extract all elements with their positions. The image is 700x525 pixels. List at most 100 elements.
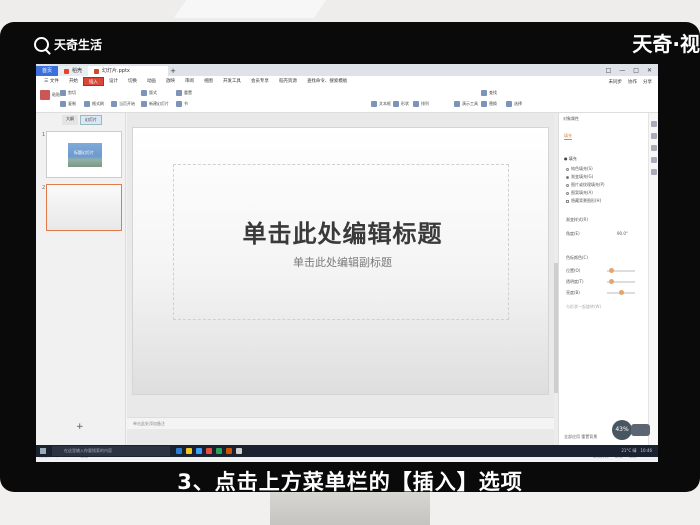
restore-icon[interactable]: □: [606, 66, 612, 76]
layout-button[interactable]: 版式: [141, 89, 157, 97]
paste-button[interactable]: 粘贴: [40, 90, 60, 100]
cut-button[interactable]: 剪切: [60, 89, 76, 97]
presentation-tools-button[interactable]: 演示工具: [454, 100, 478, 108]
menu-docer[interactable]: 稻壳资源: [274, 77, 302, 86]
menu-start[interactable]: 开始: [63, 77, 83, 86]
brightness-slider[interactable]: [607, 290, 635, 295]
rotate-with-shape-checkbox[interactable]: 与形状一起旋转(W): [566, 304, 601, 310]
app-icon[interactable]: [226, 448, 232, 454]
format-icon[interactable]: [651, 133, 657, 139]
share-button[interactable]: 分享: [643, 79, 652, 85]
textbox-button[interactable]: 文本框: [371, 100, 391, 108]
fill-section[interactable]: ● 填充: [564, 156, 577, 162]
paper-background: [0, 0, 700, 22]
transparency-slider[interactable]: [607, 279, 635, 284]
backup-icon[interactable]: [651, 157, 657, 163]
menu-design[interactable]: 设计: [104, 77, 123, 86]
reset-background-button[interactable]: 重置背景: [581, 434, 597, 439]
position-slider[interactable]: [607, 268, 635, 273]
tab-fill[interactable]: 填充: [564, 133, 572, 140]
menu-transition[interactable]: 切换: [123, 77, 142, 86]
menu-member[interactable]: 会员专享: [246, 77, 274, 86]
taskbar-search[interactable]: 在这里输入你要搜索的内容: [52, 446, 170, 456]
angle-value[interactable]: 90.0°: [617, 231, 628, 236]
slide-thumbnail-2[interactable]: [46, 184, 122, 231]
task-view-icon[interactable]: [176, 448, 182, 454]
picture-fill-radio[interactable]: 图片或纹理填充(P): [566, 182, 605, 188]
hide-background-checkbox[interactable]: 隐藏背景图形(H): [566, 198, 601, 204]
slide-subtitle[interactable]: 单击此处编辑副标题: [134, 254, 551, 270]
slide-thumbnail-panel: 大纲 幻灯片 1 标题幻灯片 2 +: [36, 113, 126, 451]
menu-insert[interactable]: 插入: [82, 77, 104, 86]
position-label: 位置(O): [566, 268, 581, 273]
pattern-fill-radio[interactable]: 图案填充(A): [566, 190, 593, 196]
edge-icon[interactable]: [196, 448, 202, 454]
new-tab-button[interactable]: +: [168, 66, 178, 76]
wps-icon[interactable]: [206, 448, 212, 454]
layout-icon: [141, 90, 147, 96]
tab-document[interactable]: 幻灯片.pptx: [88, 66, 169, 76]
collaborate-button[interactable]: 协作: [628, 79, 637, 85]
arrange-icon: [413, 101, 419, 107]
minimize-icon[interactable]: —: [619, 66, 625, 76]
add-slide-button[interactable]: +: [76, 422, 84, 432]
slide-canvas[interactable]: 单击此处编辑标题 单击此处编辑副标题: [132, 127, 549, 395]
command-search[interactable]: 查找命令、搜索模板: [302, 77, 353, 86]
weather[interactable]: 21°C 晴: [621, 448, 636, 454]
menu-slideshow[interactable]: 放映: [161, 77, 180, 86]
brightness-label: 亮度(B): [566, 290, 580, 295]
panel-bottom-actions: 全部应用 重置背景: [564, 434, 597, 440]
close-icon[interactable]: ✕: [647, 66, 652, 76]
system-tray: 21°C 晴 10:46: [621, 448, 658, 454]
new-slide-button[interactable]: 新建幻灯片: [141, 100, 169, 108]
menu-developer[interactable]: 开发工具: [218, 77, 246, 86]
menu-view[interactable]: 视图: [199, 77, 218, 86]
slide-thumbnail-1[interactable]: 标题幻灯片: [46, 131, 122, 178]
zoom-badge[interactable]: 43%: [612, 420, 632, 440]
docer-icon: [64, 68, 69, 74]
windows-start-icon[interactable]: [40, 448, 46, 454]
play-from-current-button[interactable]: 当页开始: [111, 100, 135, 108]
solid-fill-radio[interactable]: 纯色填充(S): [566, 166, 593, 172]
reset-button[interactable]: 重置: [176, 89, 192, 97]
find-button[interactable]: 查找: [481, 89, 497, 97]
arrange-button[interactable]: 排列: [413, 100, 429, 108]
apply-all-button[interactable]: 全部应用: [564, 434, 580, 439]
taskbar-app-icons: [176, 448, 242, 454]
app-icon[interactable]: [236, 448, 242, 454]
shape-button[interactable]: 形状: [393, 100, 409, 108]
tab-bar: 首页 稻壳 幻灯片.pptx + □ — □ ✕: [36, 64, 658, 76]
animation-icon[interactable]: [651, 145, 657, 151]
tab-outline[interactable]: 大纲: [62, 115, 78, 125]
gradient-style-label: 渐变样式(R): [566, 217, 588, 222]
tab-template[interactable]: 稻壳: [58, 66, 89, 76]
watermark-brand-right: 天奇·视: [632, 32, 700, 56]
menu-animation[interactable]: 动画: [142, 77, 161, 86]
monitor-stand: [270, 492, 430, 525]
select-button[interactable]: 选择: [506, 100, 522, 108]
properties-icon[interactable]: [651, 121, 657, 127]
help-icon[interactable]: [651, 169, 657, 175]
maximize-icon[interactable]: □: [633, 66, 639, 76]
tab-slides[interactable]: 幻灯片: [80, 115, 102, 125]
copy-button[interactable]: 复制: [60, 100, 76, 108]
menu-right-group: 未同步 协作 分享: [609, 79, 659, 85]
clock[interactable]: 10:46: [640, 448, 652, 454]
file-explorer-icon[interactable]: [186, 448, 192, 454]
sync-status[interactable]: 未同步: [609, 79, 623, 85]
replace-button[interactable]: 替换: [481, 100, 497, 108]
wechat-icon[interactable]: [216, 448, 222, 454]
new-slide-icon: [141, 101, 147, 107]
placeholder-box[interactable]: 单击此处编辑标题 单击此处编辑副标题: [173, 164, 509, 320]
slide-title[interactable]: 单击此处编辑标题: [134, 214, 551, 249]
notes-pane[interactable]: 单击此处添加备注: [127, 417, 555, 429]
menu-bar: 三 文件 开始 插入 设计 切换 动画 放映 审阅 视图 开发工具 会员专享 稻…: [36, 76, 658, 87]
menu-file[interactable]: 三 文件: [39, 77, 64, 86]
menu-review[interactable]: 审阅: [180, 77, 199, 86]
gradient-fill-radio[interactable]: 渐变填充(G): [566, 174, 593, 180]
tab-home[interactable]: 首页: [36, 66, 58, 76]
window-controls: □ — □ ✕: [606, 66, 658, 76]
section-button[interactable]: 节: [176, 100, 188, 108]
format-painter-button[interactable]: 格式刷: [84, 100, 104, 108]
watermark-left: 天奇生活: [34, 36, 102, 53]
